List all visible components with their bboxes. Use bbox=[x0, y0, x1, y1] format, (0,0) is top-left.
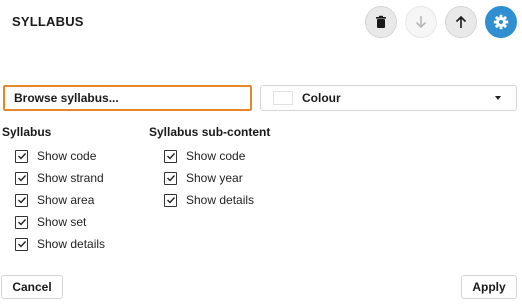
checkmark-icon bbox=[166, 175, 175, 182]
delete-button[interactable] bbox=[365, 6, 397, 38]
settings-button[interactable] bbox=[485, 6, 517, 38]
option-show-code[interactable]: Show code bbox=[15, 148, 96, 164]
cancel-button[interactable]: Cancel bbox=[1, 275, 63, 299]
arrow-down-icon bbox=[415, 16, 427, 29]
option-show-set[interactable]: Show set bbox=[15, 214, 86, 230]
browse-syllabus-button[interactable]: Browse syllabus... bbox=[3, 85, 252, 111]
checkmark-icon bbox=[17, 153, 26, 160]
subcontent-option-show-year[interactable]: Show year bbox=[164, 170, 243, 186]
checkbox[interactable] bbox=[15, 171, 28, 185]
subcontent-section-title: Syllabus sub-content bbox=[149, 125, 271, 139]
trash-icon bbox=[376, 15, 386, 28]
colour-select[interactable]: Colour bbox=[260, 85, 517, 111]
option-label: Show details bbox=[186, 193, 255, 207]
checkmark-icon bbox=[17, 219, 26, 226]
checkbox[interactable] bbox=[164, 171, 177, 185]
checkmark-icon bbox=[166, 153, 175, 160]
move-down-button[interactable] bbox=[405, 6, 437, 38]
syllabus-section-title: Syllabus bbox=[2, 125, 52, 139]
subcontent-option-show-code[interactable]: Show code bbox=[164, 148, 245, 164]
option-show-area[interactable]: Show area bbox=[15, 192, 94, 208]
checkmark-icon bbox=[166, 197, 175, 204]
option-label: Show set bbox=[37, 215, 87, 229]
option-label: Show year bbox=[186, 171, 243, 185]
checkbox[interactable] bbox=[15, 149, 28, 163]
option-show-strand[interactable]: Show strand bbox=[15, 170, 104, 186]
option-label: Show area bbox=[37, 193, 95, 207]
checkbox[interactable] bbox=[15, 237, 28, 251]
checkbox[interactable] bbox=[15, 193, 28, 207]
colour-label: Colour bbox=[302, 91, 341, 105]
option-label: Show details bbox=[37, 237, 106, 251]
checkmark-icon bbox=[17, 175, 26, 182]
option-label: Show strand bbox=[37, 171, 104, 185]
move-up-button[interactable] bbox=[445, 6, 477, 38]
checkmark-icon bbox=[17, 197, 26, 204]
page-title: SYLLABUS bbox=[12, 14, 84, 29]
caret-down-icon bbox=[495, 96, 501, 100]
option-show-details[interactable]: Show details bbox=[15, 236, 105, 252]
gear-icon bbox=[493, 14, 509, 30]
checkbox[interactable] bbox=[15, 215, 28, 229]
arrow-up-icon bbox=[455, 15, 467, 28]
colour-swatch bbox=[273, 91, 293, 105]
subcontent-option-show-details[interactable]: Show details bbox=[164, 192, 254, 208]
option-label: Show code bbox=[37, 149, 97, 163]
apply-button[interactable]: Apply bbox=[461, 275, 517, 299]
checkbox[interactable] bbox=[164, 193, 177, 207]
option-label: Show code bbox=[186, 149, 246, 163]
checkmark-icon bbox=[17, 241, 26, 248]
checkbox[interactable] bbox=[164, 149, 177, 163]
